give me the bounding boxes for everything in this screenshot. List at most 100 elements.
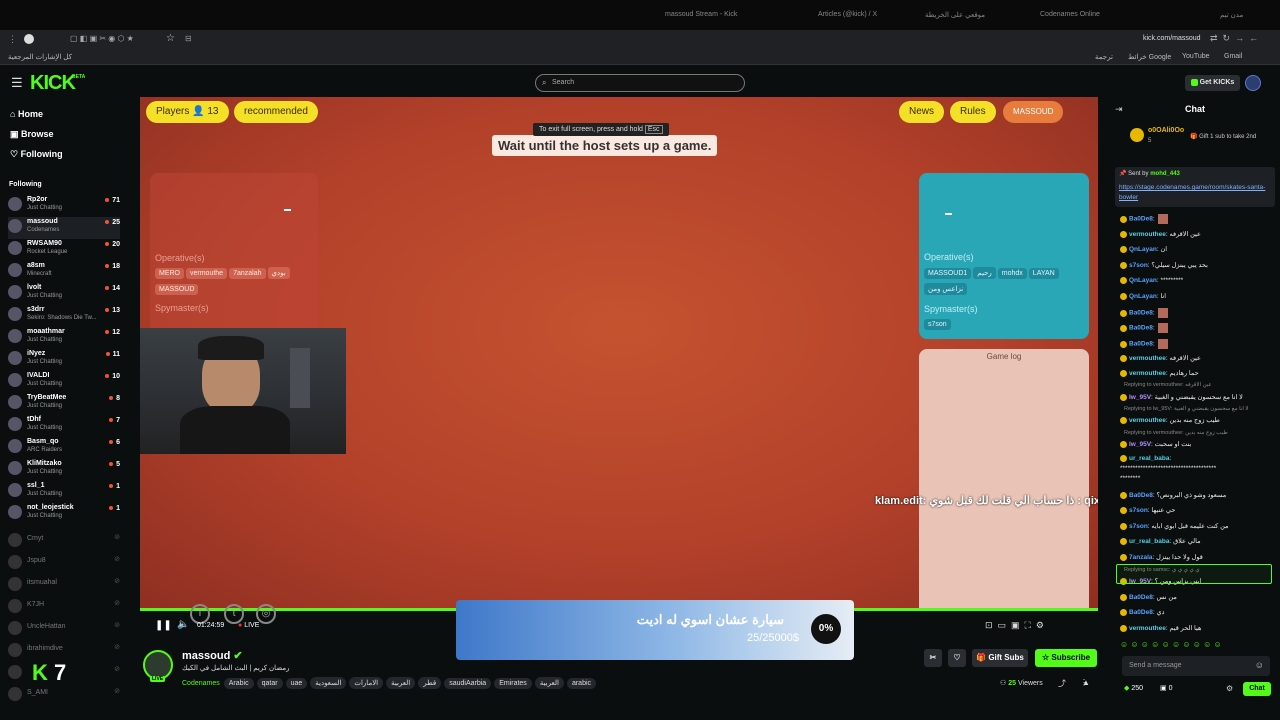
browser-tab[interactable]: massoud Stream - Kick: [665, 11, 737, 18]
chat-username[interactable]: vermouthee: [1129, 417, 1166, 424]
nav-buttons-icons[interactable]: ⇄ ↻ → ←: [1210, 33, 1258, 44]
following-channel[interactable]: KliMitzako Just Chatting 5: [8, 459, 120, 481]
chat-username[interactable]: vermouthee: [1129, 231, 1166, 238]
browser-tab[interactable]: مدن تيم: [1220, 11, 1243, 19]
extension-icon[interactable]: [24, 34, 34, 44]
following-channel[interactable]: s3drr Sekiro: Shadows Die Tw... 13: [8, 305, 120, 327]
chat-username[interactable]: s7son: [1129, 523, 1148, 530]
pinned-message[interactable]: 📌 Sent by mohd_443 https://stage.codenam…: [1115, 167, 1275, 207]
menu-dots-icon[interactable]: ⋮: [8, 34, 17, 45]
stream-tag[interactable]: Arabic: [223, 678, 254, 689]
emoji-icon[interactable]: ☺: [1255, 660, 1264, 670]
following-channel[interactable]: iNyez Just Chatting 11: [8, 349, 120, 371]
chat-username[interactable]: vermouthee: [1129, 370, 1166, 377]
following-channel[interactable]: tDhf Just Chatting 7: [8, 415, 120, 437]
chat-message[interactable]: 7anzala: قول ولا حدا يينزل: [1120, 553, 1203, 561]
chat-send-button[interactable]: Chat: [1243, 682, 1271, 696]
chat-message[interactable]: QnLayan: ان: [1120, 245, 1167, 253]
player-chip[interactable]: MASSOUD: [155, 284, 199, 295]
chat-username[interactable]: Ba0De8: [1129, 325, 1153, 332]
chat-username[interactable]: vermouthee: [1129, 355, 1166, 362]
news-button[interactable]: News: [899, 101, 945, 123]
stream-tag[interactable]: Emirates: [494, 678, 532, 689]
twitter-icon[interactable]: t: [224, 604, 244, 624]
chat-message[interactable]: Ba0De8:: [1120, 308, 1169, 318]
following-channel[interactable]: lvolt Just Chatting 14: [8, 283, 120, 305]
chat-message[interactable]: Ba0De8: من نس: [1120, 593, 1177, 601]
browser-tab[interactable]: موقعي على الخريطة: [925, 11, 985, 19]
pinned-link[interactable]: https://stage.codenames.game/room/skates…: [1119, 183, 1267, 203]
share-icon[interactable]: ⤴: [1058, 678, 1066, 689]
stream-tag[interactable]: الامارات: [349, 677, 384, 689]
site-info-icon[interactable]: ⊟: [185, 34, 192, 43]
chat-message[interactable]: lw_95V: لا انا مع سحسون يقبضني و الغبية: [1120, 393, 1243, 401]
all-bookmarks-link[interactable]: كل الإشارات المرجعية: [8, 53, 72, 61]
offline-channel[interactable]: Jspu8 ⊘: [8, 553, 120, 575]
following-channel[interactable]: TryBeatMee Just Chatting 8: [8, 393, 120, 415]
nav-following[interactable]: ♡ Following: [10, 149, 63, 160]
chat-message[interactable]: QnLayan: انا: [1120, 292, 1166, 300]
players-pill[interactable]: Players 👤 13: [146, 101, 229, 123]
user-button[interactable]: MASSOUD: [1003, 101, 1064, 123]
chat-username[interactable]: QnLayan: [1129, 293, 1157, 300]
following-channel[interactable]: IVALDI Just Chatting 10: [8, 371, 120, 393]
player-option-icons[interactable]: ⊡ ▭ ▣ ⛶ ⚙: [985, 620, 1044, 631]
player-chip[interactable]: MERO: [155, 268, 184, 279]
streamer-name[interactable]: massoud ✔: [182, 649, 243, 662]
channel-points[interactable]: ◆ 250: [1124, 684, 1143, 692]
stream-tag[interactable]: العربية: [386, 677, 416, 689]
chat-message[interactable]: Ba0De8:: [1120, 339, 1169, 349]
chat-message[interactable]: Ba0De8:: [1120, 214, 1169, 224]
subscribe-button[interactable]: ☆ Subscribe: [1035, 649, 1097, 667]
player-chip[interactable]: نزاعس ومن: [924, 283, 968, 295]
chat-message[interactable]: vermouthee: عين الاقرفه: [1120, 230, 1201, 238]
chat-message[interactable]: lw_95V: بنت او سحبت: [1120, 440, 1191, 448]
stream-tag[interactable]: qatar: [256, 678, 283, 689]
recommended-pill[interactable]: recommended: [234, 101, 318, 123]
chat-username[interactable]: ur_real_baba: [1129, 455, 1169, 462]
extensions-icons[interactable]: ▢ ◧ ▣ ✂ ◉ ⬡ ★: [70, 34, 134, 43]
stream-tag[interactable]: قطر: [418, 677, 442, 689]
player-chip[interactable]: 7anzalah: [229, 268, 266, 279]
kick-logo[interactable]: KICK: [30, 72, 76, 95]
chat-message[interactable]: vermouthee: حما رهاديم: [1120, 369, 1199, 377]
player-chip[interactable]: بودي: [267, 267, 290, 279]
following-channel[interactable]: Rp2or Just Chatting 71: [8, 195, 120, 217]
stream-tag[interactable]: arabic: [566, 678, 597, 689]
gift-counter[interactable]: ▣ 0: [1160, 684, 1172, 692]
chat-message[interactable]: s7son: بحد يبي يبنزل سيلي؟: [1120, 261, 1208, 269]
player-chip[interactable]: s7son: [924, 319, 951, 330]
chat-username[interactable]: Ba0De8: [1129, 310, 1153, 317]
stream-tag[interactable]: uae: [285, 678, 308, 689]
chat-message[interactable]: s7son: من كنت عليمه قبل ابوي ابايه: [1120, 522, 1229, 530]
avatar[interactable]: [1245, 75, 1261, 91]
offline-channel[interactable]: UncleHattan ⊘: [8, 619, 120, 641]
following-channel[interactable]: moaathmar Just Chatting 12: [8, 327, 120, 349]
chat-message[interactable]: vermouthee: عين الاقرفه: [1120, 354, 1201, 362]
chat-message[interactable]: ur_real_baba: مالي علاق: [1120, 537, 1201, 545]
emote-bar[interactable]: ☺ ☺ ☺ ☺ ☺ ☺ ☺ ☺ ☺ ☺: [1120, 640, 1222, 649]
url-text[interactable]: kick.com/massoud: [1143, 35, 1201, 42]
chat-username[interactable]: lw_95V: [1129, 394, 1151, 401]
bookmark-youtube[interactable]: YouTube: [1182, 53, 1210, 60]
chat-username[interactable]: Ba0De8: [1129, 594, 1153, 601]
following-channel[interactable]: ssl_1 Just Chatting 1: [8, 481, 120, 503]
rules-button[interactable]: Rules: [950, 101, 996, 123]
player-chip[interactable]: رحيم: [973, 267, 996, 279]
chat-username[interactable]: QnLayan: [1129, 246, 1157, 253]
player-chip[interactable]: LAYAN: [1028, 268, 1059, 279]
browser-tab[interactable]: Codenames Online: [1040, 11, 1100, 18]
following-channel[interactable]: a8sm Minecraft 18: [8, 261, 120, 283]
chat-username[interactable]: Ba0De8: [1129, 492, 1153, 499]
instagram-icon[interactable]: ◎: [256, 604, 276, 624]
chat-message[interactable]: vermouthee: طيب زوج منه بدين: [1120, 416, 1220, 424]
chat-message[interactable]: s7son: حي عنيها: [1120, 506, 1175, 514]
stream-tag[interactable]: saudiAarbia: [444, 678, 492, 689]
gift-subs-button[interactable]: 🎁 Gift Subs: [972, 649, 1028, 667]
pause-icon[interactable]: ❚❚: [155, 620, 172, 631]
facebook-icon[interactable]: f: [190, 604, 210, 624]
offline-channel[interactable]: K7JH ⊘: [8, 597, 120, 619]
get-kicks-button[interactable]: Get KICKs: [1185, 75, 1240, 91]
chat-message[interactable]: vermouthee: هيا الحر قيم: [1120, 624, 1201, 632]
chat-username[interactable]: s7son: [1129, 507, 1148, 514]
